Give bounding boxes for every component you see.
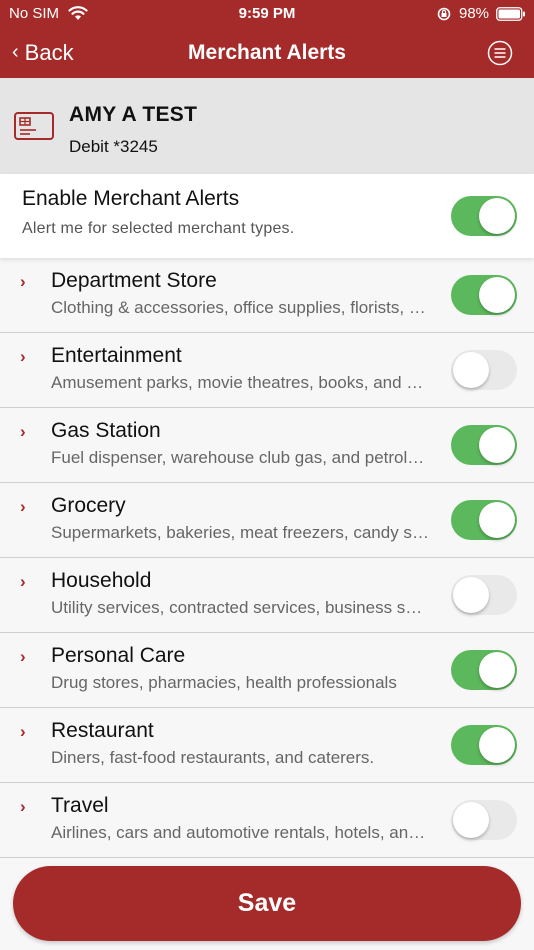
toggle-knob [453, 802, 489, 838]
account-detail: Debit *3245 [69, 137, 158, 156]
chevron-right-icon[interactable]: › [20, 647, 26, 667]
merchant-toggle-gas-station[interactable] [451, 425, 517, 465]
merchant-row-household[interactable]: › Household Utility services, contracted s… [0, 558, 534, 633]
battery-icon [496, 7, 525, 21]
toggle-knob [453, 352, 489, 388]
chevron-right-icon[interactable]: › [20, 272, 26, 292]
merchant-name: Restaurant [51, 719, 154, 742]
merchant-description: Diners, fast-food restaurants, and cater… [51, 748, 375, 767]
merchant-row-entertainment[interactable]: › Entertainment Amusement parks, movie the… [0, 333, 534, 408]
merchant-row-restaurant[interactable]: › Restaurant Diners, fast-food restaurants… [0, 708, 534, 783]
orientation-lock-icon [437, 7, 451, 21]
merchant-toggle-grocery[interactable] [451, 500, 517, 540]
merchant-description: Fuel dispenser, warehouse club gas, and … [51, 448, 431, 467]
merchant-name: Personal Care [51, 644, 186, 667]
merchant-row-personal-care[interactable]: › Personal Care Drug stores, pharmacies, h… [0, 633, 534, 708]
merchant-toggle-personal-care[interactable] [451, 650, 517, 690]
toggle-knob [479, 652, 515, 688]
clock: 9:59 PM [238, 5, 296, 22]
toggle-knob [479, 727, 515, 763]
chevron-right-icon[interactable]: › [20, 797, 26, 817]
merchant-row-grocery[interactable]: › Grocery Supermarkets, bakeries, meat fre… [0, 483, 534, 558]
merchant-row-department-store[interactable]: › Department Store Clothing & accessories,… [0, 258, 534, 333]
enable-alerts-subtitle: Alert me for selected merchant types. [22, 220, 295, 237]
merchant-toggle-household[interactable] [451, 575, 517, 615]
enable-merchant-alerts-row: Enable Merchant Alerts Alert me for sele… [0, 174, 534, 258]
menu-icon[interactable] [487, 40, 513, 66]
header: No SIM 9:59 PM 98% ‹ Back Merchant Alert… [0, 0, 534, 78]
toggle-knob [453, 577, 489, 613]
chevron-right-icon[interactable]: › [20, 497, 26, 517]
merchant-toggle-restaurant[interactable] [451, 725, 517, 765]
page-title: Merchant Alerts [188, 41, 346, 64]
merchant-description: Amusement parks, movie theatres, books, … [51, 373, 431, 392]
toggle-knob [479, 198, 515, 234]
toggle-knob [479, 277, 515, 313]
merchant-description: Utility services, contracted services, b… [51, 598, 431, 617]
chevron-right-icon[interactable]: › [20, 422, 26, 442]
merchant-toggle-department-store[interactable] [451, 275, 517, 315]
toggle-knob [479, 427, 515, 463]
merchant-name: Department Store [51, 269, 217, 292]
chevron-right-icon[interactable]: › [20, 722, 26, 742]
battery-percent: 98% [459, 5, 490, 22]
merchant-name: Grocery [51, 494, 126, 517]
merchant-toggle-travel[interactable] [451, 800, 517, 840]
toggle-knob [479, 502, 515, 538]
merchant-toggle-entertainment[interactable] [451, 350, 517, 390]
merchant-name: Household [51, 569, 152, 592]
chevron-right-icon[interactable]: › [20, 347, 26, 367]
save-button[interactable]: Save [13, 866, 521, 941]
merchant-name: Entertainment [51, 344, 182, 367]
merchant-description: Drug stores, pharmacies, health professi… [51, 673, 397, 692]
merchant-name: Gas Station [51, 419, 161, 442]
status-bar: No SIM 9:59 PM 98% [0, 0, 534, 30]
card-icon [14, 112, 54, 140]
merchant-description: Clothing & accessories, office supplies,… [51, 298, 431, 317]
merchant-row-gas-station[interactable]: › Gas Station Fuel dispenser, warehouse cl… [0, 408, 534, 483]
chevron-right-icon[interactable]: › [20, 572, 26, 592]
merchant-name: Travel [51, 794, 109, 817]
merchant-description: Airlines, cars and automotive rentals, h… [51, 823, 431, 842]
account-name: AMY A TEST [69, 103, 198, 126]
enable-alerts-title: Enable Merchant Alerts [22, 187, 240, 210]
merchant-description: Supermarkets, bakeries, meat freezers, c… [51, 523, 431, 542]
merchant-row-travel[interactable]: › Travel Airlines, cars and automotive ren… [0, 783, 534, 858]
enable-alerts-toggle[interactable] [451, 196, 517, 236]
merchant-type-list: › Department Store Clothing & accessories,… [0, 258, 534, 858]
